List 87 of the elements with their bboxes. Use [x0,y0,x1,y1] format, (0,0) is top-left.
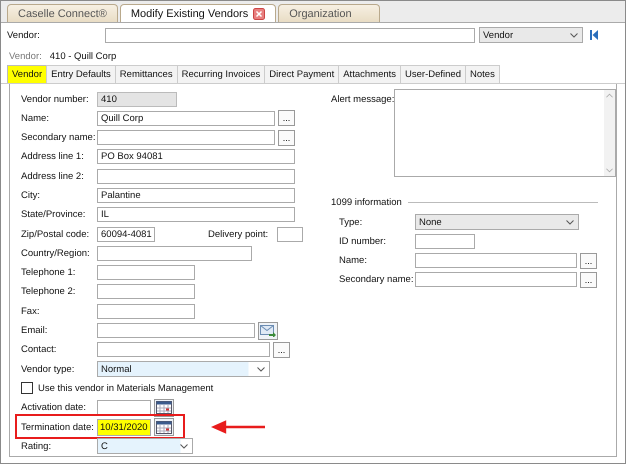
current-vendor-text: 410 - Quill Corp [50,50,116,62]
tab[interactable]: Recurring Invoices [176,65,266,84]
date-field[interactable]: 10/31/2020 [97,418,151,436]
field-label: Delivery point: [208,228,268,240]
input-field[interactable] [415,234,475,249]
document-tab[interactable]: Modify Existing Vendors [120,4,276,22]
calendar-button[interactable] [154,418,174,436]
tab[interactable]: Remittances [114,65,178,84]
tab[interactable]: Direct Payment [264,65,340,84]
scroll-down-icon[interactable] [606,168,613,174]
chevron-down-icon [570,32,578,38]
tab-label: Caselle Connect® [18,8,107,20]
tab[interactable]: Notes [465,65,500,84]
tab[interactable]: Vendor [7,65,48,84]
input-field[interactable]: PO Box 94081 [97,149,295,164]
lookup-type-select[interactable]: Vendor [479,27,583,44]
tab[interactable]: Entry Defaults [46,65,116,84]
checkbox-label: Use this vendor in Materials Management [38,382,214,394]
document-tab[interactable]: Caselle Connect® [7,4,118,22]
field-label: Vendor number: [21,94,90,104]
ellipsis-button[interactable]: ... [278,110,295,126]
scrollbar[interactable] [604,90,615,176]
input-field[interactable] [97,323,255,338]
input-field[interactable]: 60094-4081 [97,226,155,242]
input-field[interactable] [97,284,195,300]
dropdown[interactable]: C [97,438,193,454]
input-field[interactable] [277,226,304,242]
field-label: Address line 1: [21,151,85,162]
chevron-down-icon [180,444,188,449]
field-label: Secondary name: [21,132,96,144]
checkbox[interactable] [21,382,33,394]
field-label: Secondary name: [339,274,414,286]
field-label: ID number: [339,236,387,247]
input-field[interactable]: Quill Corp [97,110,275,126]
ellipsis-button[interactable]: ... [580,272,597,288]
input-field[interactable]: IL [97,207,295,222]
email-button[interactable] [258,322,278,340]
field-label: Email: [21,325,48,336]
tab[interactable]: User-Defined [400,65,466,84]
field-label: Alert message: [331,94,394,106]
input-field[interactable] [97,246,252,261]
input-field[interactable] [97,168,295,184]
vendor-search-field[interactable] [105,28,475,43]
arrow-icon [211,418,265,436]
ellipsis-button[interactable]: ... [273,342,290,358]
tab-label: Modify Existing Vendors [130,8,248,20]
first-record-icon[interactable] [589,29,599,42]
field-label: Rating: [21,440,52,452]
field-label: Zip/Postal code: [21,228,90,240]
field-label: Name: [21,112,50,124]
input-field[interactable] [415,272,577,288]
scroll-up-icon[interactable] [606,93,613,98]
alert-message-field[interactable] [394,89,616,178]
input-field[interactable] [97,265,195,280]
input-field[interactable]: 410 [97,92,177,106]
field-label: State/Province: [21,209,86,220]
field-label: Vendor: [9,50,42,62]
field-label: Country/Region: [21,248,91,259]
ellipsis-button[interactable]: ... [580,252,597,269]
dropdown[interactable]: None [415,214,579,230]
group-title: 1099 information [331,196,402,208]
input-field[interactable]: Palantine [97,188,295,203]
input-field[interactable] [97,130,275,146]
field-label: Telephone 1: [21,267,76,278]
field-label: Activation date: [21,402,87,414]
field-label: Vendor: [7,30,41,41]
field-label: Termination date: [21,422,95,433]
field-label: Vendor type: [21,364,76,375]
chevron-down-icon [566,220,574,224]
document-tab[interactable]: Organization [278,4,380,22]
date-field[interactable] [97,400,151,416]
close-icon[interactable] [253,8,266,20]
field-label: Type: [339,216,364,228]
field-label: Fax: [21,306,40,317]
field-label: Address line 2: [21,170,85,182]
input-field[interactable] [97,342,270,358]
chevron-down-icon [257,366,265,372]
field-label: City: [21,190,41,201]
field-label: Contact: [21,344,58,356]
input-field[interactable] [97,304,195,319]
input-field[interactable] [415,253,577,268]
tab[interactable]: Attachments [338,65,402,84]
field-label: Telephone 2: [21,286,76,298]
dropdown[interactable]: Normal [97,361,270,378]
tab-label: Organization [289,8,352,20]
ellipsis-button[interactable]: ... [278,130,295,146]
field-label: Name: [339,255,368,266]
